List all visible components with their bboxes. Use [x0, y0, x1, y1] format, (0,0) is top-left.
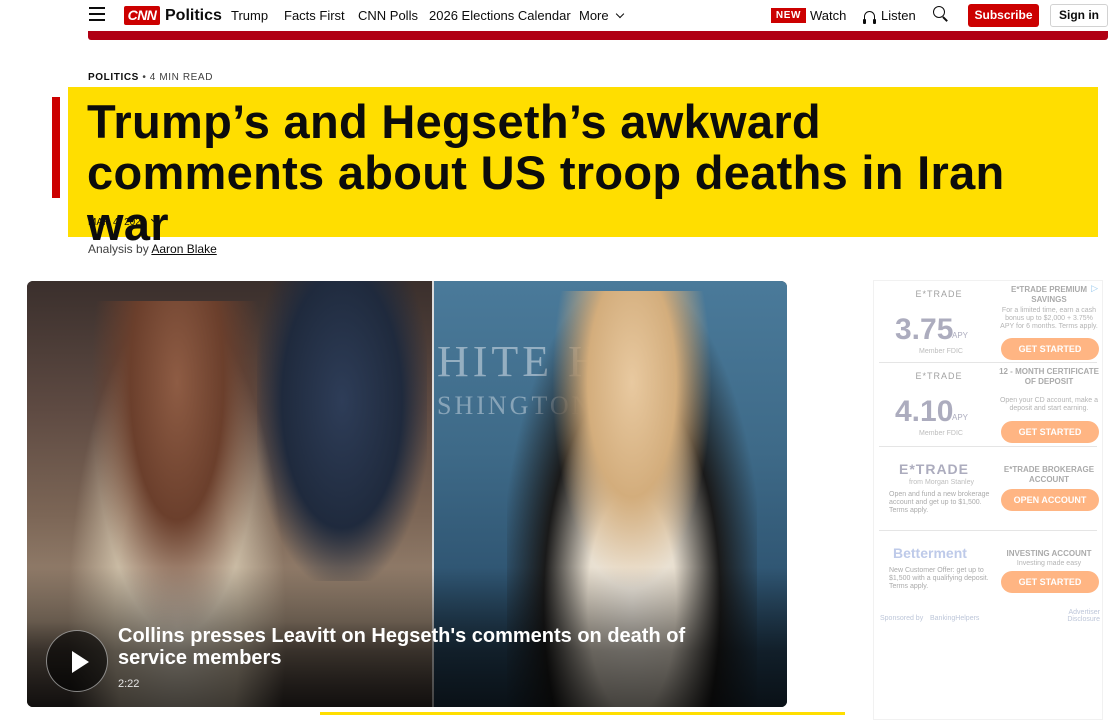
ad-heading: E*TRADE BROKERAGE ACCOUNT [1003, 465, 1095, 484]
ad-member-fdic: Member FDIC [919, 348, 963, 355]
ad-sponsored-label: Sponsored by [880, 615, 924, 622]
headline-accent-bar [52, 97, 60, 198]
header-accent-strip [88, 31, 1108, 40]
ad-subheading: Investing made easy [1016, 560, 1082, 567]
ad-brand-sub: from Morgan Stanley [909, 479, 974, 486]
section-name[interactable]: Politics [165, 6, 222, 25]
ad-body-text: Open and fund a new brokerage account an… [889, 491, 990, 514]
ad-member-fdic: Member FDIC [919, 430, 963, 437]
chevron-down-icon [615, 9, 624, 19]
top-navigation: CNN Politics Trump Facts First CNN Polls… [0, 0, 1117, 30]
author-link[interactable]: Aaron Blake [151, 242, 216, 256]
ad-get-started-button[interactable]: GET STARTED [1001, 571, 1099, 593]
ad-offer-investing: Betterment New Customer Offer: get up to… [879, 533, 1099, 613]
nav-link-facts-first[interactable]: Facts First [284, 8, 345, 24]
ad-brand-logo: E*TRADE [899, 461, 970, 477]
ad-sponsor-logo: BankingHelpers [930, 615, 980, 622]
article-eyebrow: POLITICS • 4 MIN READ [88, 72, 213, 84]
cnn-logo[interactable]: CNN [124, 6, 160, 25]
byline-prefix: Analysis by [88, 242, 149, 256]
subscribe-button[interactable]: Subscribe [968, 4, 1039, 27]
read-time: 4 MIN READ [149, 72, 214, 83]
ad-heading: INVESTING ACCOUNT [1006, 549, 1092, 558]
ad-apy-label: APY [952, 413, 969, 422]
ad-body-text: For a limited time, earn a cash bonus up… [1000, 307, 1098, 330]
headphones-icon [863, 11, 876, 24]
search-icon[interactable] [933, 6, 948, 22]
ad-get-started-button[interactable]: GET STARTED [1001, 421, 1099, 443]
ad-rate: 3.75 [895, 313, 954, 346]
ad-get-started-button[interactable]: GET STARTED [1001, 338, 1099, 360]
publish-date[interactable]: MAR 4, 2026 [88, 215, 159, 229]
page-title: Trump’s and Hegseth’s awkward comments a… [87, 95, 1005, 250]
listen-link[interactable]: Listen [863, 8, 916, 24]
ad-heading: E*TRADE PREMIUM SAVINGS [1010, 285, 1087, 304]
nav-link-cnn-polls[interactable]: CNN Polls [358, 8, 418, 24]
video-player[interactable]: HITE H SHINGTON Collins presses Leavitt … [27, 281, 787, 707]
ad-body-text: Open your CD account, make a deposit and… [999, 397, 1099, 412]
ad-open-account-button[interactable]: OPEN ACCOUNT [1001, 489, 1099, 511]
new-badge: NEW [771, 8, 806, 23]
ad-brand-logo: E*TRADE [915, 371, 963, 381]
advertisement[interactable]: ▷ E*TRADE 3.75 APY Member FDIC E*TRADE P… [873, 280, 1103, 720]
ad-rate: 4.10 [895, 395, 954, 428]
ad-offer-brokerage: E*TRADE from Morgan Stanley Open and fun… [879, 449, 1099, 531]
ad-apy-label: APY [952, 331, 969, 340]
nav-more-dropdown[interactable]: More [579, 8, 624, 24]
play-icon[interactable] [46, 630, 108, 692]
listen-label: Listen [881, 8, 916, 23]
nav-more-label: More [579, 8, 609, 23]
ad-offer-savings: E*TRADE 3.75 APY Member FDIC E*TRADE PRE… [879, 283, 1099, 363]
nav-link-trump[interactable]: Trump [231, 8, 268, 24]
ad-body-text: New Customer Offer: get up to $1,500 wit… [889, 567, 989, 590]
sign-in-button[interactable]: Sign in [1050, 4, 1108, 27]
ad-brand-logo: E*TRADE [915, 289, 963, 299]
watch-link[interactable]: Watch [810, 8, 846, 24]
publish-date-text: MAR 4, 2026 [88, 217, 147, 228]
video-title[interactable]: Collins presses Leavitt on Hegseth's com… [118, 625, 748, 669]
section-label[interactable]: POLITICS [88, 72, 139, 83]
ad-heading: 12 - MONTH CERTIFICATE OF DEPOSIT [999, 367, 1099, 386]
video-duration: 2:22 [118, 678, 140, 690]
menu-icon[interactable] [89, 7, 105, 21]
ad-brand-logo: Betterment [893, 545, 967, 561]
ad-offer-cd: E*TRADE 4.10 APY Member FDIC 12 - MONTH … [879, 365, 1099, 447]
separator-dot: • [142, 72, 150, 83]
byline: Analysis by Aaron Blake [88, 242, 217, 256]
chevron-down-icon [151, 215, 159, 224]
ad-disclosure-link[interactable]: Advertiser Disclosure [1034, 609, 1100, 623]
nav-link-elections-calendar[interactable]: 2026 Elections Calendar [429, 8, 571, 24]
